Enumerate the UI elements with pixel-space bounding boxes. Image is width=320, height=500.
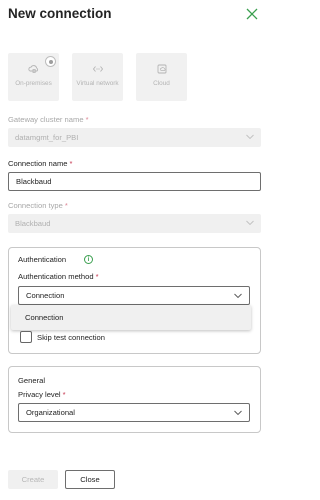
chevron-down-icon: [234, 293, 242, 299]
auth-method-option-connection[interactable]: Connection: [11, 305, 251, 330]
cloud-icon: [157, 64, 166, 74]
cloud-building-icon: [27, 65, 38, 73]
connection-name-label: Connection name *: [8, 159, 73, 168]
gateway-cluster-select: datamgmt_for_PBI: [8, 128, 261, 147]
connection-type-tiles: On-premises Virtual network Cloud: [8, 53, 187, 101]
required-marker: *: [69, 159, 73, 168]
required-marker: *: [64, 201, 68, 210]
connection-type-value: Blackbaud: [15, 219, 51, 228]
dialog-title: New connection: [8, 6, 112, 21]
connection-type-label: Connection type *: [8, 201, 68, 210]
skip-test-checkbox[interactable]: [20, 331, 32, 343]
skip-test-label: Skip test connection: [37, 333, 105, 342]
required-marker: *: [62, 390, 66, 399]
create-button[interactable]: Create: [8, 470, 58, 489]
chevron-down-icon: [246, 134, 254, 140]
auth-method-value: Connection: [26, 291, 65, 300]
connection-name-label-text: Connection name: [8, 159, 68, 168]
connection-name-input[interactable]: Blackbaud: [8, 172, 261, 191]
auth-method-select[interactable]: Connection: [18, 286, 250, 305]
auth-method-label: Authentication method *: [18, 272, 99, 281]
tile-cloud[interactable]: Cloud: [136, 53, 187, 101]
tile-label: Virtual network: [76, 80, 119, 87]
close-button[interactable]: Close: [65, 470, 115, 489]
authentication-title: Authentication: [18, 255, 67, 264]
connection-type-select: Blackbaud: [8, 214, 261, 233]
info-icon[interactable]: i: [84, 255, 93, 264]
gateway-cluster-label: Gateway cluster name *: [8, 115, 89, 124]
privacy-level-value: Organizational: [26, 408, 75, 417]
general-section: [8, 366, 261, 433]
dropdown-option-label: Connection: [25, 313, 64, 322]
tile-label: Cloud: [153, 80, 170, 87]
chevron-down-icon: [246, 220, 254, 226]
tile-on-premises[interactable]: On-premises: [8, 53, 59, 101]
close-icon[interactable]: [245, 7, 259, 21]
auth-method-label-text: Authentication method: [18, 272, 94, 281]
connection-type-label-text: Connection type: [8, 201, 63, 210]
virtual-network-icon: [92, 66, 103, 72]
privacy-level-label: Privacy level *: [18, 390, 66, 399]
required-marker: *: [85, 115, 89, 124]
tile-virtual-network[interactable]: Virtual network: [72, 53, 123, 101]
gateway-cluster-label-text: Gateway cluster name: [8, 115, 84, 124]
privacy-level-label-text: Privacy level: [18, 390, 61, 399]
connection-name-value: Blackbaud: [16, 177, 52, 186]
gateway-cluster-value: datamgmt_for_PBI: [15, 133, 79, 142]
required-marker: *: [95, 272, 99, 281]
general-title: General: [18, 376, 46, 385]
tile-label: On-premises: [15, 80, 52, 87]
privacy-level-select[interactable]: Organizational: [18, 403, 250, 422]
chevron-down-icon: [234, 410, 242, 416]
radio-selected-icon: [45, 56, 56, 67]
